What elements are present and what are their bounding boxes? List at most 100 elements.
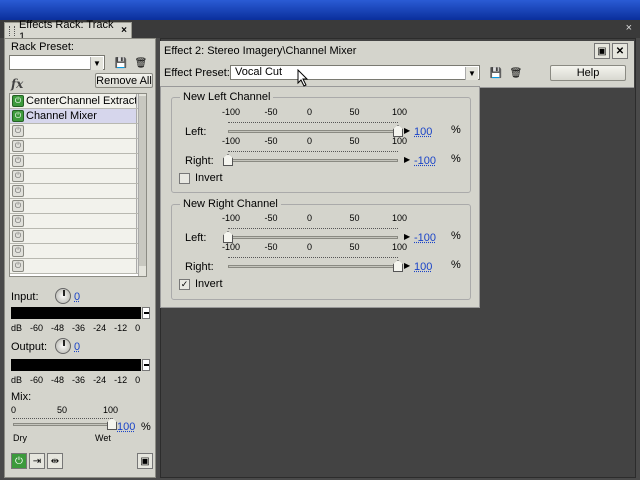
right-ch-right-label: Right: — [185, 261, 214, 273]
right-ch-right-slider-track[interactable] — [228, 265, 398, 268]
left-ch-right-pct: % — [451, 153, 461, 165]
effect-slot[interactable]: ⏻▶ — [10, 139, 146, 154]
effect-slot[interactable]: ⏻▶ — [10, 124, 146, 139]
slot-power-icon[interactable]: ⏻ — [12, 110, 24, 122]
meter-tick: -24 — [93, 375, 107, 385]
chevron-right-icon[interactable]: ▶ — [404, 126, 410, 135]
effect-options-icon[interactable]: ▣ — [594, 43, 610, 59]
effect-preset-value: Vocal Cut — [235, 66, 283, 78]
chevron-down-icon[interactable]: ▼ — [90, 57, 103, 70]
right-ch-right-value[interactable]: 100 — [414, 261, 432, 273]
input-knob[interactable] — [55, 288, 71, 304]
right-ch-left-slider-track[interactable] — [228, 236, 398, 239]
left-ch-invert-label: Invert — [195, 172, 223, 184]
panel-close-icon[interactable]: × — [626, 22, 632, 34]
effect-preset-label: Effect Preset: — [164, 67, 230, 79]
rack-preset-dropdown[interactable]: ▼ — [9, 55, 105, 70]
meter-tick: 0 — [135, 323, 141, 333]
tab-effects-rack[interactable]: Effects Rack: Track 1 × — [4, 19, 132, 43]
left-ch-right-slider-track[interactable] — [228, 159, 398, 162]
slot-power-icon[interactable]: ⏻ — [12, 185, 24, 197]
slot-power-icon[interactable]: ⏻ — [12, 155, 24, 167]
mix-slider-track[interactable] — [13, 423, 113, 426]
trash-icon[interactable]: 🗑 — [133, 55, 149, 71]
slot-power-icon[interactable]: ⏻ — [12, 125, 24, 137]
meter-tick: -12 — [114, 323, 128, 333]
chevron-right-icon[interactable]: ▶ — [404, 232, 410, 241]
effect-title: Effect 2: Stereo Imagery\Channel Mixer — [164, 45, 357, 57]
scale-tick: -50 — [264, 107, 278, 117]
scale-tick: 0 — [307, 242, 313, 252]
slot-power-icon[interactable]: ⏻ — [12, 170, 24, 182]
input-label: Input: — [11, 291, 39, 303]
rack-scrollbar[interactable] — [138, 94, 146, 276]
left-ch-left-value[interactable]: 100 — [414, 126, 432, 138]
mix-ticks — [13, 415, 113, 419]
right-ch-left-ticks — [228, 225, 398, 229]
left-ch-left-pct: % — [451, 124, 461, 136]
mix-slider-thumb[interactable] — [107, 418, 117, 430]
meter-tick: -12 — [114, 375, 128, 385]
scale-tick: -50 — [264, 242, 278, 252]
left-ch-invert-checkbox[interactable] — [179, 173, 190, 184]
effect-slot[interactable]: ⏻CenterChannel Extracto▶ — [10, 94, 146, 109]
power-icon[interactable]: ⏻ — [11, 453, 27, 469]
scale-tick: -100 — [222, 107, 241, 117]
input-value[interactable]: 0 — [74, 291, 80, 303]
help-button[interactable]: Help — [550, 65, 626, 81]
effect-slot[interactable]: ⏻▶ — [10, 154, 146, 169]
mix-tick-50: 50 — [57, 405, 68, 415]
slot-power-icon[interactable]: ⏻ — [12, 245, 24, 257]
slot-power-icon[interactable]: ⏻ — [12, 200, 24, 212]
rack-options-icon[interactable]: ▣ — [137, 453, 153, 469]
scale-tick: 50 — [349, 107, 360, 117]
input-meter-reset[interactable] — [142, 307, 150, 319]
mix-value[interactable]: 100 — [117, 421, 135, 433]
slot-power-icon[interactable]: ⏻ — [12, 230, 24, 242]
slot-power-icon[interactable]: ⏻ — [12, 140, 24, 152]
effect-close-icon[interactable]: ✕ — [612, 43, 628, 59]
slot-name: Channel Mixer — [26, 110, 97, 122]
output-meter — [11, 359, 141, 371]
effect-slot[interactable]: ⏻▶ — [10, 214, 146, 229]
scale-tick: 100 — [392, 242, 408, 252]
effect-slot[interactable]: ⏻▶ — [10, 169, 146, 184]
output-value[interactable]: 0 — [74, 341, 80, 353]
scroll-thumb[interactable] — [139, 96, 146, 266]
slot-power-icon[interactable]: ⏻ — [12, 95, 24, 107]
effect-slot[interactable]: ⏻Channel Mixer▶ — [10, 109, 146, 124]
bypass-icon[interactable]: ⇹ — [47, 453, 63, 469]
effect-slot[interactable]: ⏻▶ — [10, 244, 146, 259]
left-ch-right-value[interactable]: -100 — [414, 155, 436, 167]
scale-tick: 100 — [392, 136, 408, 146]
input-meter-scale: dB -60 -48 -36 -24 -12 0 — [11, 323, 148, 333]
left-ch-left-slider-track[interactable] — [228, 130, 398, 133]
chevron-down-icon[interactable]: ▼ — [465, 67, 478, 80]
right-ch-right-pct: % — [451, 259, 461, 271]
input-meter — [11, 307, 141, 319]
save-preset-icon[interactable]: 💾 — [488, 65, 504, 81]
scale-tick: 0 — [307, 136, 313, 146]
chevron-right-icon[interactable]: ▶ — [404, 261, 410, 270]
slot-power-icon[interactable]: ⏻ — [12, 215, 24, 227]
effect-slot[interactable]: ⏻▶ — [10, 229, 146, 244]
scale-tick: 50 — [349, 213, 360, 223]
effect-slot[interactable]: ⏻▶ — [10, 259, 146, 274]
save-icon[interactable]: 💾 — [113, 55, 129, 71]
right-ch-left-value[interactable]: -100 — [414, 232, 436, 244]
group-title: New Left Channel — [180, 91, 274, 103]
output-meter-reset[interactable] — [142, 359, 150, 371]
left-ch-left-ticks — [228, 119, 398, 123]
effect-slot[interactable]: ⏻▶ — [10, 184, 146, 199]
effect-slot[interactable]: ⏻▶ — [10, 199, 146, 214]
slot-power-icon[interactable]: ⏻ — [12, 260, 24, 272]
remove-all-button[interactable]: Remove All — [95, 73, 153, 88]
output-label: Output: — [11, 341, 48, 353]
delete-preset-icon[interactable]: 🗑 — [508, 65, 524, 81]
pre-post-icon[interactable]: ⇥ — [29, 453, 45, 469]
output-knob[interactable] — [55, 338, 71, 354]
tab-close-icon[interactable]: × — [121, 25, 127, 36]
chevron-right-icon[interactable]: ▶ — [404, 155, 410, 164]
right-ch-invert-checkbox[interactable]: ✓ — [179, 279, 190, 290]
effect-preset-dropdown[interactable]: Vocal Cut ▼ — [230, 65, 480, 80]
